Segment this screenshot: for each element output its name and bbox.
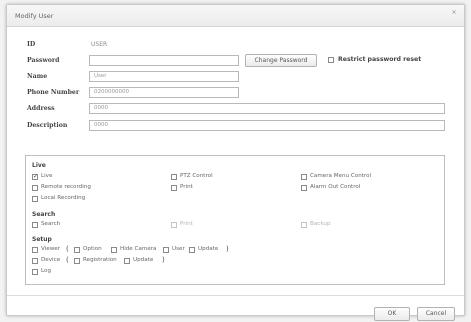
alarm-out-control-checkbox[interactable] <box>301 185 307 191</box>
description-label: Description <box>27 122 68 129</box>
remote-recording-label: Remote recording <box>41 184 91 190</box>
remote-recording-checkbox[interactable] <box>32 185 38 191</box>
camera-menu-control-label: Camera Menu Control <box>310 173 372 179</box>
registration-checkbox[interactable] <box>74 258 80 264</box>
viewer-checkbox[interactable] <box>32 247 38 253</box>
address-label: Address <box>27 105 55 112</box>
ptz-control-checkbox[interactable] <box>171 174 177 180</box>
permissions-panel: Live Live PTZ Control Camera Menu Contro… <box>25 155 445 285</box>
viewer-option-checkbox[interactable] <box>74 247 80 253</box>
dialog-title: Modify User <box>15 12 54 20</box>
phone-number-field[interactable]: 0200000000 <box>89 87 239 98</box>
hide-camera-label: Hide Camera <box>120 246 157 252</box>
name-field[interactable]: User <box>89 71 239 82</box>
dialog-titlebar: Modify User × <box>7 5 464 27</box>
alarm-out-control-label: Alarm Out Control <box>310 184 361 190</box>
search-section-header: Search <box>32 211 56 218</box>
registration-label: Registration <box>83 257 117 263</box>
live-print-label: Print <box>180 184 193 190</box>
device-update-checkbox[interactable] <box>124 258 130 264</box>
id-label: ID <box>27 41 36 48</box>
device-open-paren: ( <box>66 256 69 264</box>
name-label: Name <box>27 73 48 80</box>
search-label: Search <box>41 221 61 227</box>
phone-number-label: Phone Number <box>27 89 80 96</box>
cancel-button[interactable]: Cancel <box>417 307 455 321</box>
viewer-close-paren: ) <box>226 245 229 253</box>
modify-user-dialog: Modify User × ID USER Password Change Pa… <box>6 4 465 321</box>
viewer-update-checkbox[interactable] <box>189 247 195 253</box>
hide-camera-checkbox[interactable] <box>111 247 117 253</box>
viewer-user-label: User <box>172 246 185 252</box>
search-print-checkbox <box>171 222 177 228</box>
description-field[interactable]: 0000 <box>89 120 445 131</box>
change-password-button[interactable]: Change Password <box>245 54 317 67</box>
id-value: USER <box>91 41 108 48</box>
ptz-control-label: PTZ Control <box>180 173 213 179</box>
viewer-label: Viewer <box>41 246 61 252</box>
close-icon[interactable]: × <box>450 9 458 17</box>
backup-label: Backup <box>310 221 331 227</box>
local-recording-label: Local Recording <box>41 195 86 201</box>
footer-divider <box>7 295 464 296</box>
local-recording-checkbox[interactable] <box>32 196 38 202</box>
device-label: Device <box>41 257 61 263</box>
viewer-option-label: Option <box>83 246 102 252</box>
setup-section-header: Setup <box>32 236 52 243</box>
password-field[interactable] <box>89 55 239 66</box>
live-label: Live <box>41 173 53 179</box>
backup-checkbox <box>301 222 307 228</box>
password-label: Password <box>27 57 60 64</box>
live-print-checkbox[interactable] <box>171 185 177 191</box>
search-print-label: Print <box>180 221 193 227</box>
camera-menu-control-checkbox[interactable] <box>301 174 307 180</box>
live-checkbox[interactable] <box>32 173 38 181</box>
live-section-header: Live <box>32 162 46 169</box>
log-checkbox[interactable] <box>32 269 38 275</box>
log-label: Log <box>41 268 51 274</box>
device-checkbox[interactable] <box>32 258 38 264</box>
viewer-user-checkbox[interactable] <box>163 247 169 253</box>
device-close-paren: ) <box>162 256 165 264</box>
restrict-password-reset-checkbox[interactable] <box>328 57 334 63</box>
viewer-open-paren: ( <box>66 245 69 253</box>
device-update-label: Update <box>133 257 154 263</box>
restrict-password-reset-label: Restrict password reset <box>338 56 422 63</box>
address-field[interactable]: 0000 <box>89 103 445 114</box>
viewer-update-label: Update <box>198 246 219 252</box>
search-checkbox[interactable] <box>32 222 38 228</box>
ok-button[interactable]: OK <box>374 307 410 321</box>
